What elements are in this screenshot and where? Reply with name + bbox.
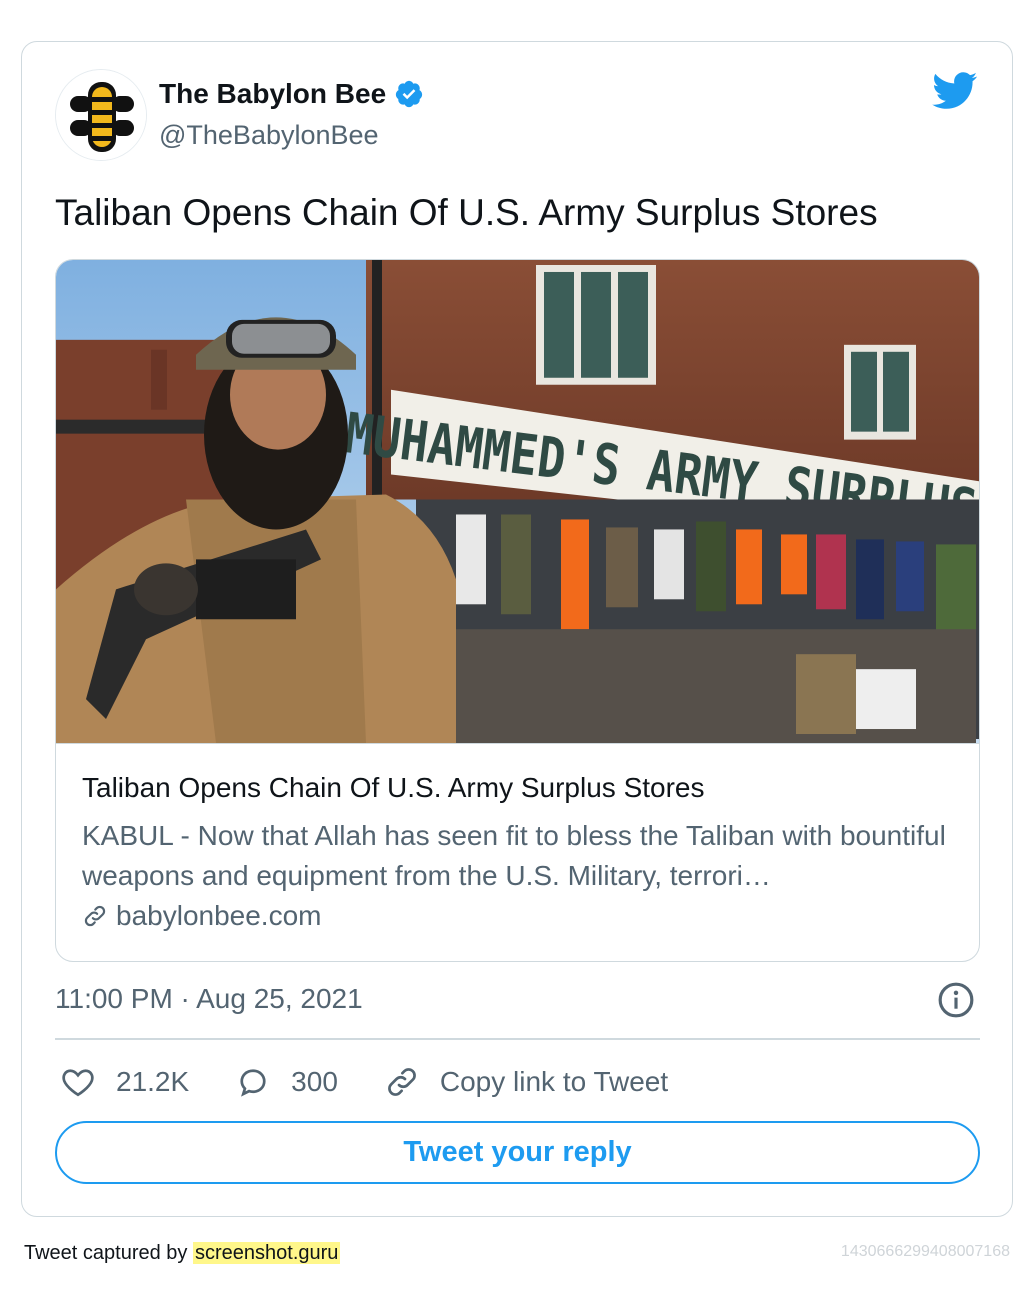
- copy-link-label: Copy link to Tweet: [439, 1066, 669, 1097]
- link-description: KABUL - Now that Allah has seen fit to b…: [82, 820, 946, 891]
- link-icon: [84, 905, 106, 927]
- author-name-row[interactable]: The Babylon Bee: [159, 78, 424, 110]
- action-bar: 21.2K 300 Copy link to Tweet: [60, 1062, 714, 1102]
- divider: [55, 1038, 980, 1040]
- capture-credit: Tweet captured by screenshot.guru: [24, 1242, 341, 1265]
- reply-count: 300: [291, 1066, 338, 1097]
- reply-count-button[interactable]: 300: [235, 1064, 338, 1100]
- author-handle[interactable]: @TheBabylonBee: [159, 120, 379, 151]
- copy-link-icon: [388, 1068, 416, 1096]
- tweet-text: Taliban Opens Chain Of U.S. Army Surplus…: [55, 192, 878, 233]
- tweet-timestamp[interactable]: 11:00 PM · Aug 25, 2021: [55, 983, 363, 1015]
- heart-icon: [62, 1069, 94, 1097]
- reply-bubble-icon: [240, 1069, 266, 1097]
- link-domain-row[interactable]: babylonbee.com: [82, 900, 321, 932]
- link-preview-image[interactable]: MUHAMMED'S ARMY SURPLUS: [56, 260, 980, 744]
- tweet-card: The Babylon Bee @TheBabylonBee Taliban O…: [21, 41, 1013, 1217]
- capture-credit-site[interactable]: screenshot.guru: [192, 1242, 341, 1264]
- like-button[interactable]: 21.2K: [60, 1064, 189, 1100]
- tweet-id: 1430666299408007168: [840, 1243, 1010, 1260]
- author-name[interactable]: The Babylon Bee: [159, 78, 386, 110]
- like-count: 21.2K: [116, 1066, 190, 1097]
- twitter-bird-icon[interactable]: [932, 72, 978, 110]
- link-title[interactable]: Taliban Opens Chain Of U.S. Army Surplus…: [82, 772, 705, 804]
- verified-badge-icon: [396, 80, 423, 108]
- author-avatar[interactable]: [55, 69, 147, 161]
- link-preview-card[interactable]: MUHAMMED'S ARMY SURPLUS Taliban Opens Ch…: [55, 259, 980, 962]
- link-domain: babylonbee.com: [116, 900, 322, 931]
- babylon-bee-logo-icon: [56, 70, 146, 160]
- tweet-your-reply-button[interactable]: Tweet your reply: [55, 1121, 980, 1184]
- copy-link-button[interactable]: Copy link to Tweet: [384, 1064, 668, 1100]
- info-icon[interactable]: [937, 981, 975, 1019]
- capture-credit-prefix: Tweet captured by: [24, 1242, 193, 1264]
